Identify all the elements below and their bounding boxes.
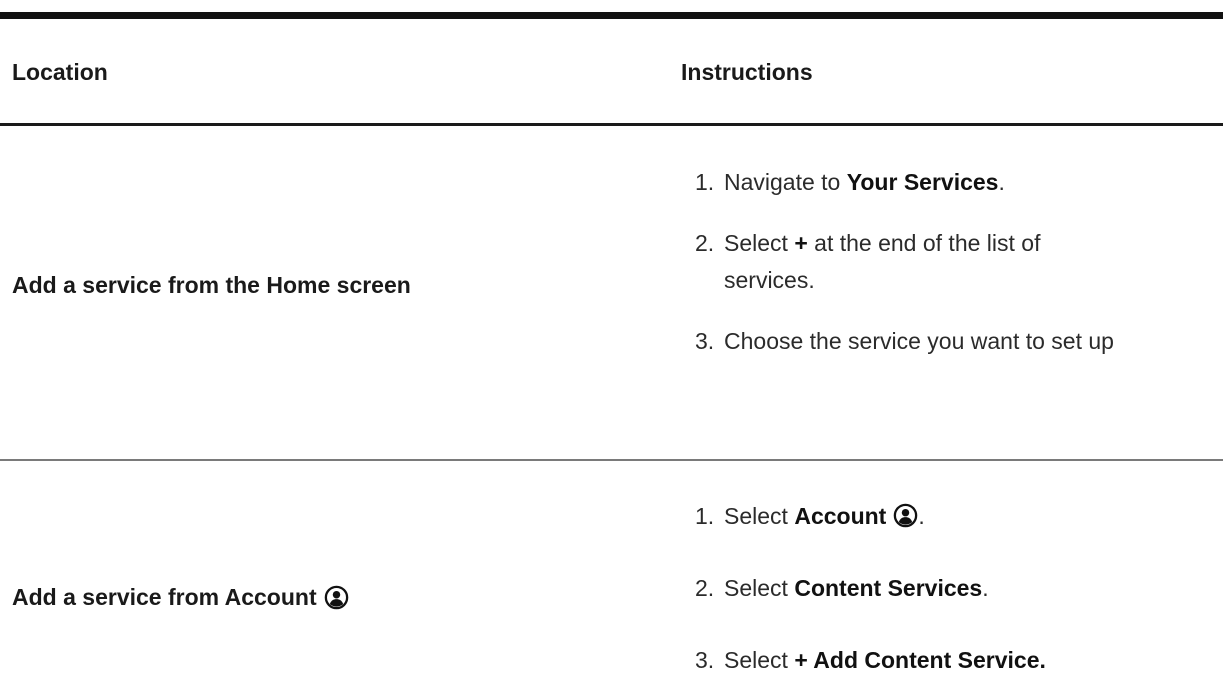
step-text-end: . <box>918 503 925 529</box>
location-cell: Add a service from Account <box>12 583 349 611</box>
step-text-end: . <box>998 169 1005 195</box>
instruction-step: 1. Select Account. <box>695 498 1046 535</box>
instruction-list: 1. Navigate to Your Services. 2. Select + … <box>695 164 1114 360</box>
step-number: 3. <box>695 328 715 354</box>
step-bold-text: + <box>794 230 808 256</box>
table-top-rule <box>0 12 1223 19</box>
step-number: 3. <box>695 647 715 673</box>
location-label: Add a service from the Home screen <box>12 272 411 298</box>
column-header-instructions: Instructions <box>681 59 813 85</box>
instruction-step: 2. Select + at the end of the list of serv… <box>695 225 1114 299</box>
step-text-end: . <box>982 575 989 601</box>
step-text: Select <box>724 230 795 256</box>
column-header-location: Location <box>12 59 108 85</box>
account-icon <box>893 503 918 528</box>
step-text: Select <box>724 575 795 601</box>
instruction-step: 2. Select Content Services. <box>695 570 1046 607</box>
step-number: 2. <box>695 575 715 601</box>
step-text: Navigate to <box>724 169 847 195</box>
table-row: Add a service from the Home screen 1. Nav… <box>0 126 1223 461</box>
step-text-end: at the end of the list of <box>807 230 1041 256</box>
instruction-step: 3. Select + Add Content Service. <box>695 642 1046 679</box>
step-text-wrap: services. <box>724 267 815 293</box>
instruction-step: 3. Choose the service you want to set up <box>695 323 1114 360</box>
location-cell: Add a service from the Home screen <box>12 271 411 299</box>
step-bold-text: + Add Content Service. <box>794 647 1046 673</box>
step-number: 2. <box>695 230 715 256</box>
step-text: Select <box>724 647 795 673</box>
step-number: 1. <box>695 169 715 195</box>
step-bold-text: Account <box>794 503 887 529</box>
table-row: Add a service from Account 1. Select Acco… <box>0 461 1223 684</box>
step-number: 1. <box>695 503 715 529</box>
step-text: Select <box>724 503 795 529</box>
table-header-row: Location Instructions <box>0 19 1223 126</box>
step-text: Choose the service you want to set up <box>724 328 1114 354</box>
account-icon <box>324 585 349 610</box>
instruction-step: 1. Navigate to Your Services. <box>695 164 1114 201</box>
location-label: Add a service from Account <box>12 584 317 610</box>
step-bold-text: Your Services <box>846 169 999 195</box>
step-bold-text: Content Services <box>794 575 983 601</box>
instruction-list: 1. Select Account. 2. Select Content Servi… <box>695 498 1046 679</box>
